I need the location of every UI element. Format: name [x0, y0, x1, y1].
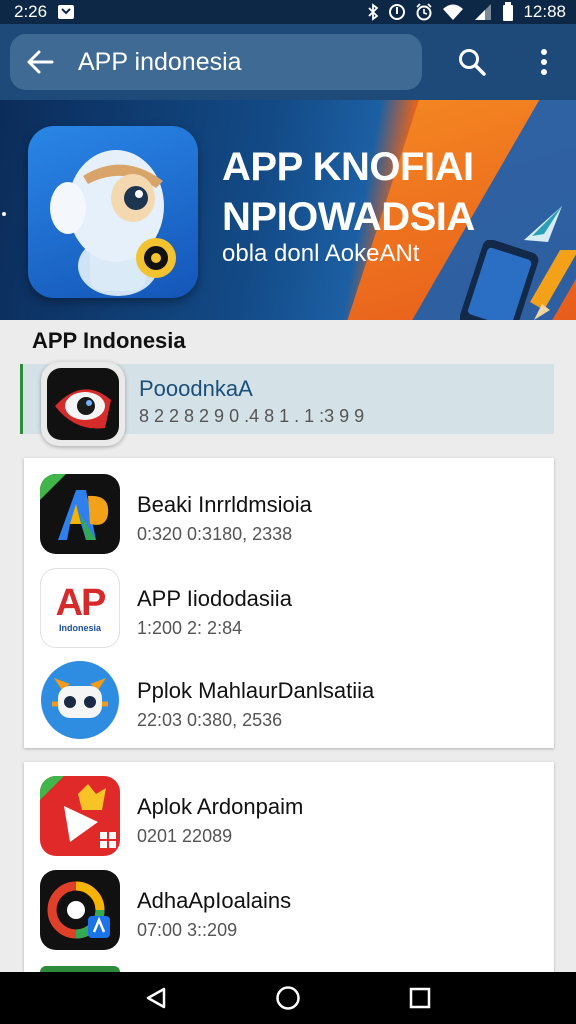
- app-name: APP Iiododasiia: [137, 586, 292, 611]
- signal-icon: [473, 3, 493, 21]
- banner-title-line1: APP KNOFIAI: [222, 145, 474, 189]
- app-meta: 1:200 2: 2:84: [137, 618, 243, 638]
- promo-banner[interactable]: APP KNOFIAI NPIOWADSIA obla donl AokeANt: [0, 100, 576, 320]
- list-item[interactable]: AdhaApIoalains 07:00 3::209: [24, 862, 554, 958]
- app-list-card: Beaki Inrrldmsioia 0:320 0:3180, 2338 AP…: [24, 458, 554, 748]
- status-left: 2:26: [14, 2, 75, 22]
- status-time-right: 12:88: [523, 2, 566, 21]
- paper-plane-icon: [524, 206, 562, 242]
- banner-dot: [2, 212, 6, 216]
- list-item[interactable]: Pplok MahlaurDanlsatiia 22:03 0:380, 253…: [24, 652, 554, 748]
- bluetooth-icon: [367, 3, 379, 21]
- back-button[interactable]: [10, 34, 70, 90]
- wifi-icon: [442, 3, 464, 21]
- nav-recents-button[interactable]: [392, 972, 448, 1024]
- highlighted-app-name: PooodnkaA: [139, 376, 253, 401]
- status-right: 12:88: [367, 2, 566, 22]
- highlighted-app-meta: 8 2 2 8 2 9 0 .4 8 1 . 1 :3 9 9: [139, 406, 365, 426]
- colorful-ap-logo-icon: [40, 474, 109, 540]
- banner-subtitle: obla donl AokeANt: [222, 240, 420, 267]
- back-arrow-icon: [27, 50, 54, 74]
- pencil-illustration-icon: [530, 250, 576, 320]
- app-meta: 22:03 0:380, 2536: [137, 710, 283, 730]
- search-button[interactable]: [448, 38, 496, 86]
- alarm-icon: [415, 3, 433, 21]
- app-meta: 07:00 3::209: [137, 920, 238, 940]
- highlighted-app-row[interactable]: PooodnkaA 8 2 2 8 2 9 0 .4 8 1 . 1 :3 9 …: [20, 362, 554, 446]
- red-eye-app-icon: [47, 368, 119, 440]
- app-icon: AP Indonesia: [40, 568, 120, 648]
- app-icon: [40, 776, 120, 856]
- app-bar: APP indonesia: [0, 24, 576, 100]
- notification-icon: [57, 4, 75, 20]
- app-icon: [40, 474, 120, 554]
- recents-square-icon: [409, 987, 431, 1009]
- status-time-left: 2:26: [14, 2, 48, 21]
- section-title: APP Indonesia: [32, 328, 186, 353]
- astronaut-mascot-icon: [50, 150, 176, 296]
- banner-app-icon: [28, 126, 198, 298]
- battery-icon: [502, 2, 514, 22]
- app-name: Pplok MahlaurDanlsatiia: [137, 678, 375, 703]
- search-icon: [459, 49, 486, 76]
- robot-face-icon: [41, 661, 119, 739]
- banner-title: APP KNOFIAI NPIOWADSIA: [222, 142, 475, 242]
- app-name: AdhaApIoalains: [137, 888, 292, 913]
- do-not-disturb-icon: [388, 3, 406, 21]
- list-item[interactable]: Beaki Inrrldmsioia 0:320 0:3180, 2338: [24, 466, 554, 562]
- rainbow-ring-icon: [47, 881, 110, 939]
- more-vert-icon: [541, 49, 547, 75]
- list-item[interactable]: Aplok Ardonpaim 0201 22089: [24, 768, 554, 864]
- navigation-bar: [0, 972, 576, 1024]
- nav-back-button[interactable]: [128, 972, 184, 1024]
- list-item[interactable]: AP Indonesia APP Iiododasiia 1:200 2: 2:…: [24, 560, 554, 656]
- app-icon-subtext: Indonesia: [58, 623, 101, 633]
- app-meta: 0201 22089: [137, 826, 233, 846]
- back-triangle-icon: [146, 987, 166, 1009]
- app-icon-text: AP: [55, 582, 107, 624]
- more-options-button[interactable]: [520, 38, 568, 86]
- search-bar[interactable]: APP indonesia: [10, 34, 422, 90]
- app-name: Beaki Inrrldmsioia: [137, 492, 312, 517]
- search-query-text[interactable]: APP indonesia: [78, 48, 242, 77]
- play-gift-icon: [40, 776, 116, 848]
- app-name: Aplok Ardonpaim: [137, 794, 304, 819]
- home-circle-icon: [276, 986, 300, 1010]
- status-bar: 2:26 12:88: [0, 0, 576, 24]
- app-icon: [40, 870, 120, 950]
- nav-home-button[interactable]: [260, 972, 316, 1024]
- highlighted-app-icon: [41, 362, 125, 446]
- app-meta: 0:320 0:3180, 2338: [137, 524, 293, 544]
- banner-title-line2: NPIOWADSIA: [222, 195, 475, 239]
- app-list-card: Aplok Ardonpaim 0201 22089 AdhaApIoalain…: [24, 762, 554, 972]
- app-icon: [40, 660, 120, 740]
